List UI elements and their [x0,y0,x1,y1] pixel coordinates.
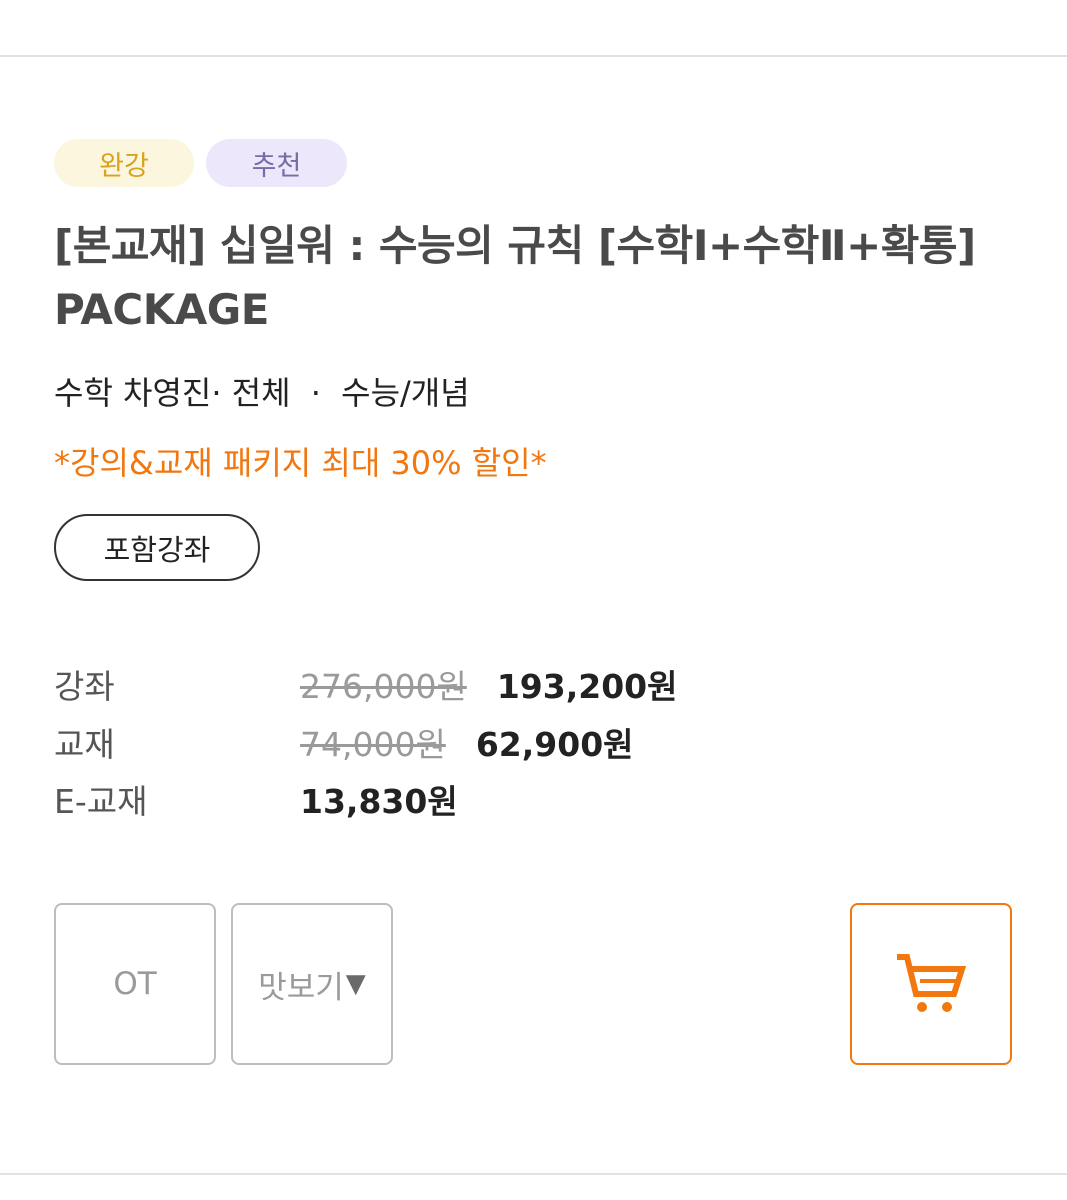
cart-icon [897,954,967,1012]
caret-down-icon: ▼ [345,969,366,999]
preview-label: 맛보기 [258,969,344,1006]
teacher-name: 수학 차영진 [54,374,212,412]
price-row-etextbook: E-교재 13,830원 [54,774,458,824]
discount-promo-text: *강의&교재 패키지 최대 30% 할인* [54,444,547,482]
add-to-cart-button[interactable] [850,903,1012,1065]
badge-group: 완강 추천 [54,139,347,187]
meta-separator: · [211,374,222,412]
recommend-badge: 추천 [206,139,347,187]
meta-separator: · [310,374,321,412]
ot-button[interactable]: OT [54,903,216,1065]
bottom-divider [0,1173,1067,1175]
sale-price: 62,900원 [475,725,634,764]
included-lectures-button[interactable]: 포함강좌 [54,514,260,581]
course-meta: 수학 차영진· 전체 · 수능/개념 [54,368,470,418]
price-row-textbook: 교재 74,000원 62,900원 [54,717,634,767]
top-divider [0,55,1067,57]
complete-badge: 완강 [54,139,194,187]
course-category: 수능/개념 [341,374,470,412]
price-label: 교재 [54,725,115,764]
preview-button[interactable]: 맛보기 ▼ [231,903,393,1065]
sale-price: 193,200원 [496,667,678,706]
original-price: 74,000원 [300,725,446,764]
original-price: 276,000원 [300,667,467,706]
price-label: E-교재 [54,782,148,821]
course-title[interactable]: [본교재] 십일워 : 수능의 규칙 [수학Ⅰ+수학Ⅱ+확통] PACKAGE [54,214,1034,342]
sale-price: 13,830원 [300,782,458,821]
price-row-lecture: 강좌 276,000원 193,200원 [54,659,678,709]
price-label: 강좌 [54,667,115,706]
course-scope: 전체 [231,374,291,412]
